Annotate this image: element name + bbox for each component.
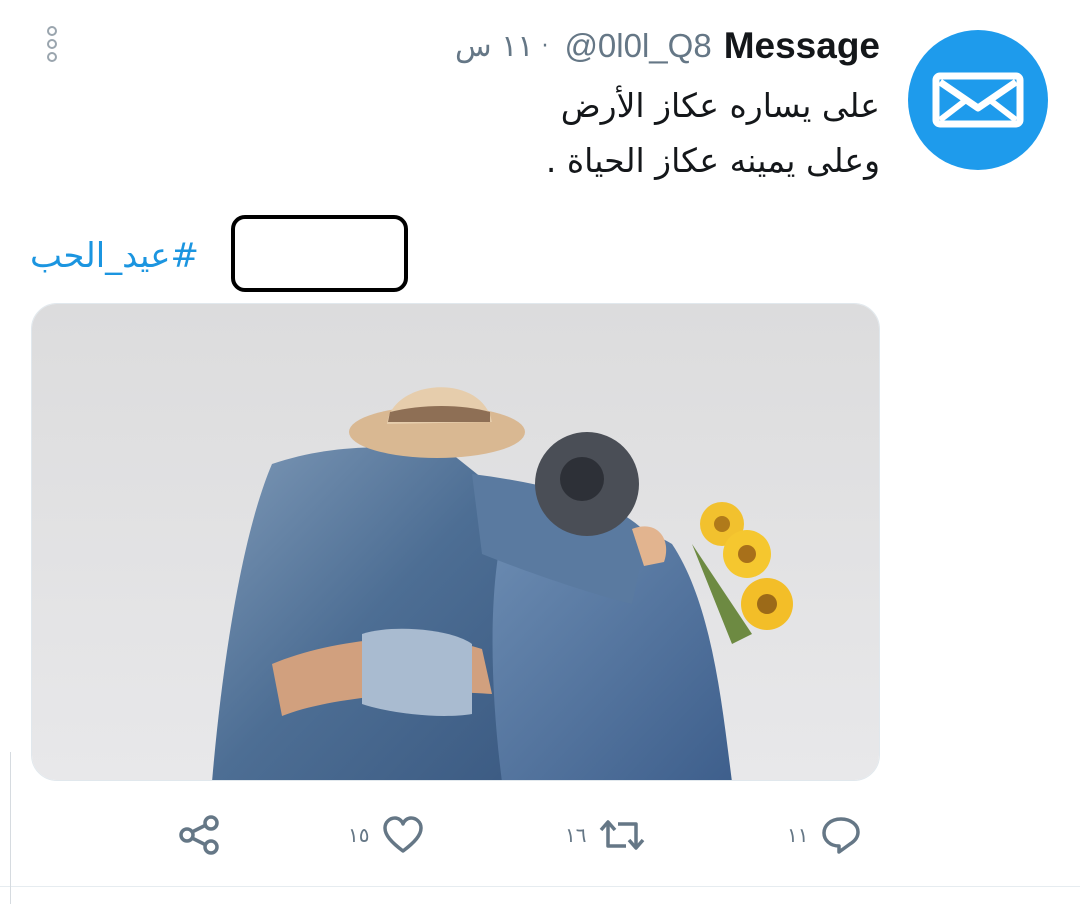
tweet-divider xyxy=(0,886,1080,887)
tweet-text: على يساره عكاز الأرض وعلى يمينه عكاز الح… xyxy=(180,78,880,188)
user-handle[interactable]: @0l0l_Q8 xyxy=(564,27,711,65)
reply-count: ١١ xyxy=(787,823,809,847)
header-separator: · xyxy=(541,33,549,59)
tweet-actions: ١١ ١٦ ١٥ xyxy=(0,800,1080,870)
share-icon xyxy=(179,815,219,855)
tweet-header: ١١ س · @0l0l_Q8 Message xyxy=(455,25,880,67)
like-button[interactable]: ١٥ xyxy=(348,800,425,870)
retweet-icon xyxy=(600,820,645,850)
reply-button[interactable]: ١١ xyxy=(787,800,862,870)
retweet-button[interactable]: ١٦ xyxy=(565,800,646,870)
tweet-text-line: وعلى يمينه عكاز الحياة . xyxy=(545,141,880,180)
more-options-icon[interactable] xyxy=(44,26,60,62)
card-edge xyxy=(10,752,11,904)
display-name[interactable]: Message xyxy=(724,25,880,67)
retweet-count: ١٦ xyxy=(565,823,587,847)
tweet-time[interactable]: ١١ س xyxy=(455,29,533,64)
like-count: ١٥ xyxy=(348,823,370,847)
reply-icon xyxy=(822,817,861,854)
illustration xyxy=(32,304,879,780)
heart-icon xyxy=(383,816,424,853)
avatar[interactable] xyxy=(908,30,1048,170)
hashtag-link[interactable]: #عيد_الحب xyxy=(30,236,199,276)
envelope-icon xyxy=(932,72,1024,128)
redaction-box xyxy=(231,215,408,292)
tweet-image[interactable] xyxy=(31,303,880,781)
tweet-text-line: على يساره عكاز الأرض xyxy=(560,86,880,125)
share-button[interactable] xyxy=(178,800,222,870)
